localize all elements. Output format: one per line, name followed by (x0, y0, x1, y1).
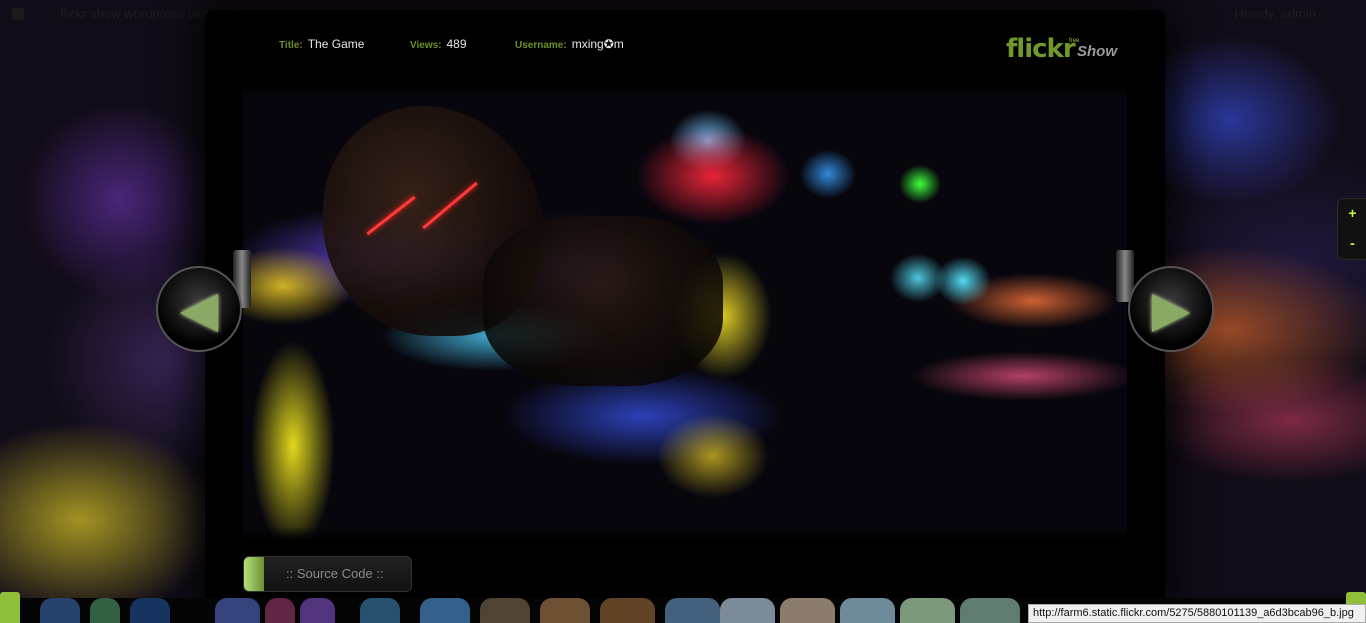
arrow-left-icon: ◀ (179, 281, 219, 337)
thumbnail[interactable] (90, 598, 120, 623)
thumbnail[interactable] (665, 598, 720, 623)
source-code-accent (244, 557, 264, 591)
zoom-out-button[interactable]: - (1338, 229, 1366, 259)
thumbnail[interactable] (900, 598, 955, 623)
thumbnail[interactable] (360, 598, 400, 623)
thumbnail[interactable] (780, 598, 835, 623)
thumbnail[interactable] (600, 598, 655, 623)
flickr-show-logo: flickr free Show (1006, 34, 1131, 70)
photo-views: Views: 489 (410, 37, 467, 51)
thumbnail[interactable] (40, 598, 80, 623)
photo-edge-bottom (243, 527, 1127, 541)
views-value: 489 (446, 37, 467, 51)
thumbnail[interactable] (840, 598, 895, 623)
title-value: The Game (307, 37, 365, 51)
previous-photo-button[interactable]: ◀ (156, 266, 242, 352)
zoom-control: + - (1337, 198, 1366, 260)
thumbnail[interactable] (480, 598, 530, 623)
title-label: Title: (279, 40, 303, 51)
thumbnail[interactable] (420, 598, 470, 623)
zoom-in-button[interactable]: + (1338, 199, 1366, 229)
thumbnail[interactable] (300, 598, 335, 623)
thumbnail[interactable] (960, 598, 1020, 623)
wordpress-icon[interactable] (12, 8, 24, 20)
thumbnail[interactable] (720, 598, 775, 623)
thumbnail-scroll-left-button[interactable] (0, 592, 20, 623)
next-photo-button[interactable]: ▶ (1128, 266, 1214, 352)
source-code-button[interactable]: :: Source Code :: (243, 556, 412, 592)
photo-username: Username: mxing✪m (515, 37, 624, 51)
site-title[interactable]: flickr show wordpress plugin (60, 0, 223, 28)
username-label: Username: (515, 40, 567, 51)
photo-figure-body (483, 216, 723, 386)
main-photo[interactable] (243, 86, 1127, 541)
photo-edge-top (243, 86, 1127, 98)
source-code-label: :: Source Code :: (286, 566, 384, 581)
views-label: Views: (410, 40, 442, 51)
status-bar-url: http://farm6.static.flickr.com/5275/5880… (1028, 604, 1366, 623)
logo-flickr-text: flickr (1006, 34, 1076, 64)
thumbnail[interactable] (215, 598, 260, 623)
photo-title: Title: The Game (279, 37, 364, 51)
username-value: mxing✪m (571, 37, 624, 51)
arrow-right-icon: ▶ (1151, 281, 1191, 337)
thumbnail[interactable] (130, 598, 170, 623)
thumbnail[interactable] (265, 598, 295, 623)
howdy-user[interactable]: Howdy, admin (1235, 0, 1316, 28)
logo-show-text: Show (1077, 43, 1117, 60)
thumbnail[interactable] (540, 598, 590, 623)
